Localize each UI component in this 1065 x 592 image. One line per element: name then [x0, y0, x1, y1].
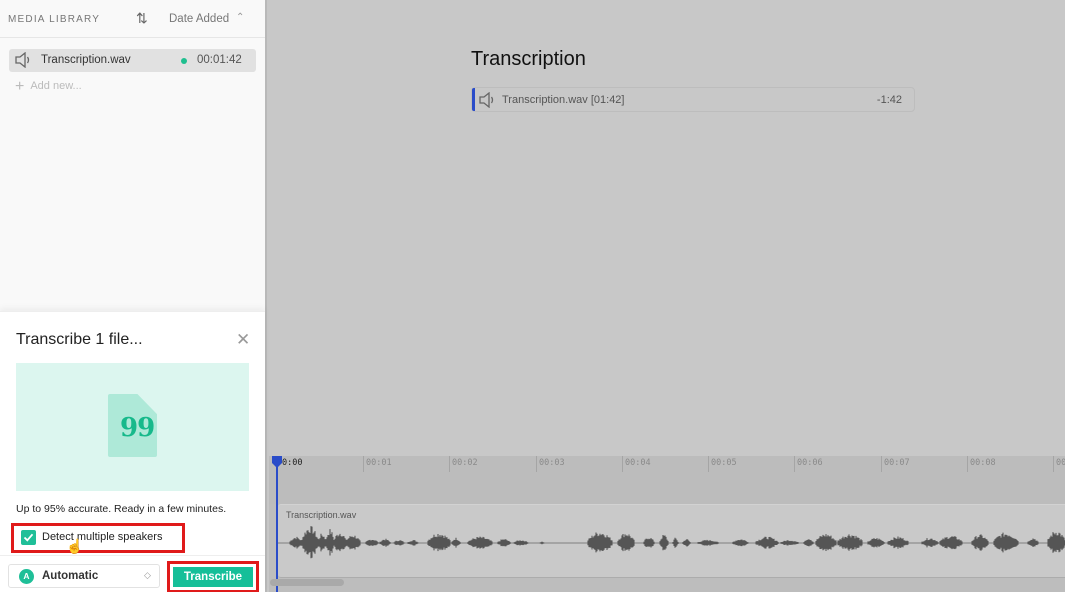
- tick: [449, 456, 450, 472]
- transcribe-button-highlight: Transcribe: [167, 561, 259, 592]
- tick-label: 00:07: [884, 458, 910, 468]
- file-duration: 00:01:42: [197, 54, 242, 66]
- mode-label: Automatic: [42, 570, 99, 582]
- detect-speakers-label: Detect multiple speakers: [42, 531, 163, 543]
- clip-name: Transcription.wav [01:42]: [502, 94, 625, 106]
- tick-label: 00:06: [797, 458, 823, 468]
- add-new-button[interactable]: + Add new...: [15, 78, 82, 96]
- waveform: [278, 526, 1065, 559]
- panel-title: Transcribe 1 file...: [16, 331, 143, 348]
- playhead-time: 0:00: [282, 458, 303, 468]
- timeline-ruler[interactable]: 0:00 00:01 00:02 00:03 00:04 00:05 00:06…: [269, 456, 1065, 504]
- playhead-handle[interactable]: [271, 456, 283, 468]
- tick: [794, 456, 795, 472]
- waveform-path: [289, 526, 1065, 559]
- horizontal-scrollbar[interactable]: [270, 579, 344, 586]
- speaker-icon: [479, 92, 494, 108]
- transcribe-panel: Transcribe 1 file... ✕ 99 Up to 95% accu…: [0, 311, 265, 592]
- media-list-item[interactable]: Transcription.wav 00:01:42: [9, 49, 256, 72]
- tick: [536, 456, 537, 472]
- tick-label: 00:09: [1056, 458, 1065, 468]
- tick: [363, 456, 364, 472]
- media-library-sidebar: MEDIA LIBRARY ⇅ Date Added ⌃ Transcripti…: [0, 0, 267, 592]
- language-mode-select[interactable]: A Automatic ◇: [8, 564, 160, 588]
- tick: [967, 456, 968, 472]
- sort-dropdown[interactable]: Date Added: [169, 13, 229, 25]
- clip-marker: [472, 88, 475, 111]
- detect-speakers-checkbox[interactable]: [21, 530, 36, 545]
- audio-clip-chip[interactable]: Transcription.wav [01:42] -1:42: [471, 87, 915, 112]
- tick-label: 00:08: [970, 458, 996, 468]
- document-title[interactable]: Transcription: [471, 48, 586, 71]
- playhead[interactable]: [276, 456, 278, 592]
- tick-label: 00:03: [539, 458, 565, 468]
- timeline[interactable]: 0:00 00:01 00:02 00:03 00:04 00:05 00:06…: [269, 456, 1065, 592]
- checkmark-icon: [23, 533, 34, 542]
- chevron-updown-icon[interactable]: ⌃: [236, 12, 244, 23]
- detect-speakers-option[interactable]: Detect multiple speakers ☝: [11, 523, 185, 554]
- status-dot: [181, 58, 187, 64]
- media-library-header: MEDIA LIBRARY ⇅ Date Added ⌃: [0, 0, 265, 38]
- tick: [708, 456, 709, 472]
- plus-icon: +: [15, 78, 25, 95]
- hand-cursor-icon: ☝: [66, 538, 84, 554]
- add-new-label: Add new...: [30, 80, 82, 92]
- tick: [622, 456, 623, 472]
- tick-label: 00:02: [452, 458, 478, 468]
- tick-label: 00:04: [625, 458, 651, 468]
- transcribe-button[interactable]: Transcribe: [173, 567, 253, 587]
- tick-label: 00:05: [711, 458, 737, 468]
- quote-icon: 99: [120, 413, 155, 443]
- speaker-icon: [15, 52, 30, 68]
- divider: [0, 555, 265, 556]
- file-name: Transcription.wav: [41, 54, 131, 66]
- tick-label: 00:01: [366, 458, 392, 468]
- clip-remaining-time: -1:42: [876, 94, 902, 106]
- transcribe-illustration: 99: [16, 363, 249, 491]
- tick: [1053, 456, 1054, 472]
- chevron-updown-icon: ◇: [144, 570, 151, 580]
- close-icon[interactable]: ✕: [236, 330, 250, 350]
- audio-track[interactable]: Transcription.wav: [278, 504, 1065, 578]
- accuracy-description: Up to 95% accurate. Ready in a few minut…: [16, 503, 227, 515]
- tick: [881, 456, 882, 472]
- mode-badge: A: [19, 569, 34, 584]
- media-library-title: MEDIA LIBRARY: [8, 14, 101, 25]
- sort-arrows-icon[interactable]: ⇅: [136, 10, 148, 27]
